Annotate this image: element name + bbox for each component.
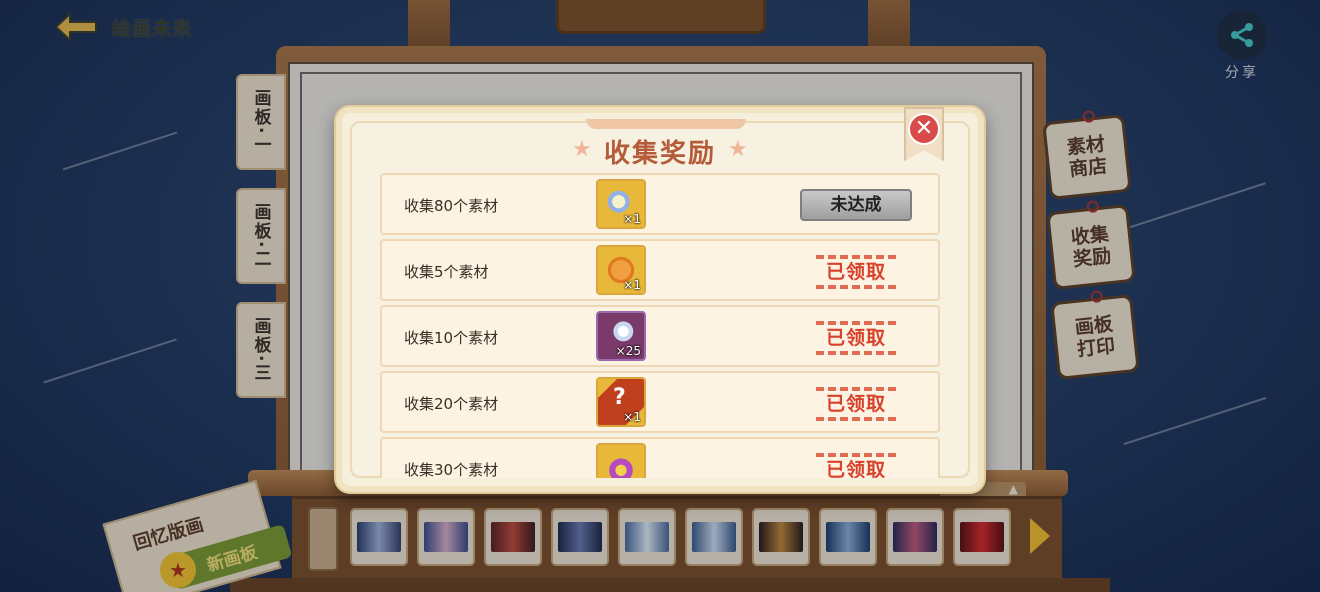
- reward-label: 收集5个素材: [404, 263, 489, 281]
- collect-reward-dialog: ★ ★ 收集奖励 ✕ 收集80个素材 ×1 未达成 收集5个素材 ×1 已领取 …: [336, 107, 984, 492]
- reward-row: 收集80个素材 ×1 未达成: [380, 173, 940, 235]
- claimed-stamp: 已领取: [816, 321, 896, 355]
- reward-label: 收集30个素材: [404, 461, 499, 478]
- reward-label: 收集10个素材: [404, 329, 499, 347]
- claimed-stamp: 已领取: [816, 453, 896, 478]
- item-count: ×1: [623, 278, 641, 292]
- reward-row: 收集30个素材 已领取: [380, 437, 940, 478]
- item-count: ×1: [623, 212, 641, 226]
- reward-row: 收集5个素材 ×1 已领取: [380, 239, 940, 301]
- mystery-book-icon[interactable]: ? ×1: [596, 377, 646, 427]
- item-count: ×1: [623, 410, 641, 424]
- dialog-title: 收集奖励: [603, 139, 716, 169]
- flower-icon[interactable]: [596, 443, 646, 478]
- close-button[interactable]: ✕: [904, 107, 944, 161]
- reward-label: 收集80个素材: [404, 197, 499, 215]
- item-count: ×25: [615, 344, 641, 358]
- reward-row: 收集10个素材 ×25 已领取: [380, 305, 940, 367]
- claimed-stamp: 已领取: [816, 255, 896, 289]
- close-icon: ✕: [908, 113, 940, 145]
- reward-row: 收集20个素材 ? ×1 已领取: [380, 371, 940, 433]
- not-achieved-button[interactable]: 未达成: [800, 189, 912, 221]
- reward-list[interactable]: 收集80个素材 ×1 未达成 收集5个素材 ×1 已领取 收集10个素材 ×25…: [380, 173, 940, 478]
- food-icon[interactable]: ×1: [596, 245, 646, 295]
- reward-label: 收集20个素材: [404, 395, 499, 413]
- question-mark: ?: [613, 385, 626, 410]
- treasure-icon[interactable]: ×1: [596, 179, 646, 229]
- claimed-stamp: 已领取: [816, 387, 896, 421]
- title-ribbon: [586, 119, 746, 129]
- crystal-icon[interactable]: ×25: [596, 311, 646, 361]
